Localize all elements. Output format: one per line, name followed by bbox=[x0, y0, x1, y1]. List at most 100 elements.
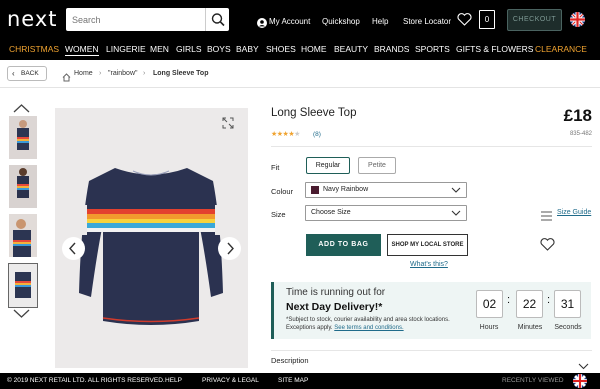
shop-local-store-button[interactable]: SHOP MY LOCAL STORE bbox=[387, 234, 468, 256]
search-button[interactable] bbox=[205, 8, 229, 31]
nav-baby[interactable]: BABY bbox=[236, 44, 259, 54]
fit-petite-button[interactable]: Petite bbox=[358, 157, 396, 174]
uk-flag-icon[interactable] bbox=[570, 12, 585, 27]
nav-brands[interactable]: BRANDS bbox=[374, 44, 409, 54]
nav-boys[interactable]: BOYS bbox=[207, 44, 231, 54]
colon: : bbox=[507, 294, 511, 306]
favourites-heart-icon[interactable] bbox=[457, 13, 472, 31]
ruler-icon[interactable] bbox=[541, 208, 552, 226]
crumb-current: Long Sleeve Top bbox=[153, 70, 209, 77]
home-icon bbox=[62, 69, 71, 87]
copyright: © 2019 NEXT RETAIL LTD. ALL RIGHTS RESER… bbox=[7, 377, 165, 384]
quickshop-link[interactable]: Quickshop bbox=[322, 17, 360, 26]
whats-this-link[interactable]: What's this? bbox=[410, 261, 448, 268]
size-label: Size bbox=[271, 210, 286, 219]
long-sleeve-top-image bbox=[79, 168, 223, 325]
chevron-left-icon bbox=[69, 242, 76, 255]
nav-christmas[interactable]: CHRISTMAS bbox=[9, 44, 59, 54]
uk-flag-icon[interactable] bbox=[573, 374, 587, 388]
expand-icon[interactable] bbox=[222, 116, 234, 134]
colour-swatch bbox=[311, 186, 319, 194]
nav-men[interactable]: MEN bbox=[150, 44, 169, 54]
product-title: Long Sleeve Top bbox=[271, 107, 357, 119]
divider bbox=[271, 146, 592, 147]
delivery-line1: Time is running out for bbox=[286, 287, 386, 298]
recently-viewed[interactable]: RECENTLY VIEWED bbox=[502, 377, 564, 384]
nav-lingerie[interactable]: LINGERIE bbox=[106, 44, 146, 54]
footer-privacy-link[interactable]: PRIVACY & LEGAL bbox=[202, 377, 259, 384]
thumbnail-4-selected[interactable] bbox=[8, 263, 38, 308]
thumb-down-chevron-icon[interactable] bbox=[13, 306, 30, 324]
nav-women[interactable]: WOMEN bbox=[65, 44, 99, 56]
chevron-down-icon bbox=[451, 210, 461, 216]
nav-beauty[interactable]: BEAUTY bbox=[334, 44, 368, 54]
delivery-note2: Exceptions apply. See terms and conditio… bbox=[286, 325, 404, 331]
search-icon bbox=[211, 13, 225, 27]
bag-icon[interactable]: 0 bbox=[479, 10, 495, 29]
hours-label: Hours bbox=[479, 324, 499, 331]
prev-image-button[interactable] bbox=[62, 237, 85, 260]
delivery-line2: Next Day Delivery!* bbox=[286, 301, 383, 313]
save-heart-icon[interactable] bbox=[540, 238, 555, 256]
review-count[interactable]: (8) bbox=[313, 131, 321, 138]
next-logo[interactable]: next bbox=[7, 7, 58, 31]
countdown-hours: 02 bbox=[476, 290, 503, 318]
my-account-link[interactable]: My Account bbox=[269, 17, 310, 26]
fit-regular-button[interactable]: Regular bbox=[306, 157, 350, 174]
nav-clearance[interactable]: CLEARANCE bbox=[535, 44, 587, 54]
nav-gifts-flowers[interactable]: GIFTS & FLOWERS bbox=[456, 44, 533, 54]
nav-girls[interactable]: GIRLS bbox=[176, 44, 202, 54]
account-icon[interactable] bbox=[257, 15, 267, 33]
breadcrumb: ‹ BACK Home › "rainbow" › Long Sleeve To… bbox=[0, 60, 600, 88]
nav-home[interactable]: HOME bbox=[301, 44, 327, 54]
crumb-home[interactable]: Home bbox=[74, 70, 93, 77]
minutes-label: Minutes bbox=[517, 324, 543, 331]
size-value: Choose Size bbox=[311, 209, 351, 216]
thumbnail-1[interactable] bbox=[9, 116, 37, 159]
checkout-button[interactable]: CHECKOUT bbox=[507, 9, 562, 31]
colour-label: Colour bbox=[271, 187, 294, 196]
chevron-right-icon bbox=[227, 242, 234, 255]
description-toggle[interactable]: Description bbox=[271, 356, 309, 365]
header: next My Account Quickshop Help Store Loc… bbox=[0, 0, 600, 40]
terms-link[interactable]: See terms and conditions. bbox=[334, 325, 403, 331]
store-locator-link[interactable]: Store Locator bbox=[403, 17, 451, 26]
countdown-seconds: 31 bbox=[554, 290, 581, 318]
product-code: 835-482 bbox=[569, 131, 592, 137]
rating-stars-icon[interactable]: ★★★★★ bbox=[271, 130, 300, 138]
colour-select[interactable]: Navy Rainbow bbox=[305, 182, 467, 198]
back-button[interactable]: ‹ BACK bbox=[7, 66, 47, 81]
colon: : bbox=[547, 294, 551, 306]
back-label: BACK bbox=[21, 70, 39, 77]
chevron-left-icon: ‹ bbox=[12, 69, 15, 78]
next-image-button[interactable] bbox=[218, 237, 241, 260]
colour-value: Navy Rainbow bbox=[323, 186, 369, 193]
product-image bbox=[55, 108, 248, 368]
divider bbox=[271, 350, 592, 351]
thumbnail-2[interactable] bbox=[9, 165, 37, 208]
countdown-minutes: 22 bbox=[516, 290, 543, 318]
main-nav: CHRISTMAS WOMEN LINGERIE MEN GIRLS BOYS … bbox=[0, 40, 600, 60]
footer-sitemap-link[interactable]: SITE MAP bbox=[278, 377, 308, 384]
size-select[interactable]: Choose Size bbox=[305, 205, 467, 221]
help-link[interactable]: Help bbox=[372, 17, 388, 26]
chevron-down-icon bbox=[451, 187, 461, 193]
thumbnail-3[interactable] bbox=[9, 214, 37, 257]
fit-label: Fit bbox=[271, 163, 280, 172]
delivery-note2-prefix: Exceptions apply. bbox=[286, 325, 335, 331]
size-guide-link[interactable]: Size Guide bbox=[557, 209, 591, 216]
nav-sports[interactable]: SPORTS bbox=[415, 44, 450, 54]
search-input[interactable] bbox=[66, 8, 206, 31]
delivery-note1: *Subject to stock, courier availability … bbox=[286, 317, 450, 323]
footer: © 2019 NEXT RETAIL LTD. ALL RIGHTS RESER… bbox=[0, 373, 600, 389]
footer-help-link[interactable]: HELP bbox=[165, 377, 182, 384]
add-to-bag-button[interactable]: ADD TO BAG bbox=[306, 234, 381, 256]
search-box bbox=[66, 8, 229, 31]
crumb-search[interactable]: "rainbow" bbox=[108, 70, 137, 77]
product-price: £18 bbox=[563, 106, 592, 125]
chevron-right-icon: › bbox=[143, 70, 146, 77]
seconds-label: Seconds bbox=[554, 324, 582, 331]
chevron-right-icon: › bbox=[99, 70, 102, 77]
bag-count: 0 bbox=[484, 15, 490, 24]
nav-shoes[interactable]: SHOES bbox=[266, 44, 296, 54]
